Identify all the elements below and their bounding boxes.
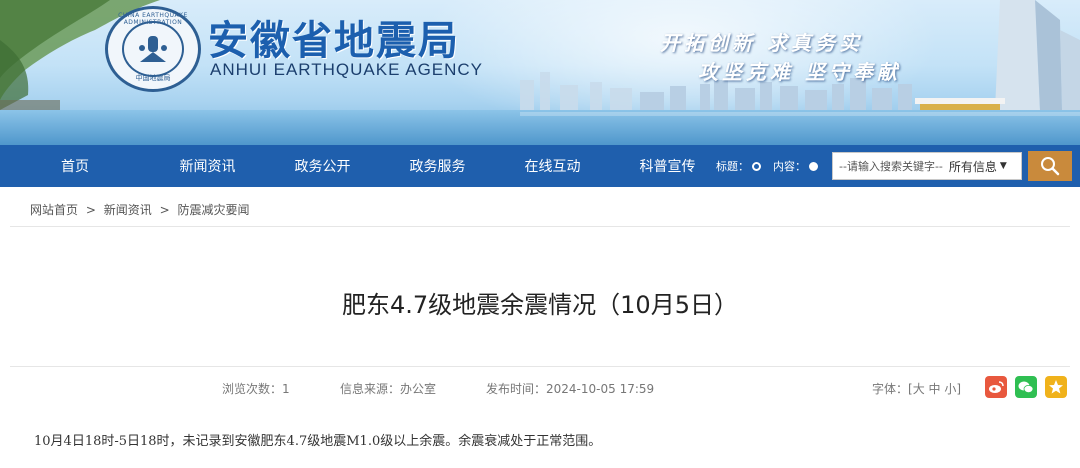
search-scope-value: 所有信息	[948, 159, 997, 174]
seismograph-icon	[139, 36, 167, 62]
header-banner: CHINA EARTHQUAKE ADMINISTRATION 中国地震局 安徽…	[0, 0, 1080, 145]
site-subtitle: ANHUI EARTHQUAKE AGENCY	[210, 60, 484, 79]
chevron-down-icon: ▼	[999, 161, 1007, 171]
source-value: 办公室	[400, 382, 437, 396]
weibo-glyph-icon	[989, 381, 1004, 393]
views-value: 1	[282, 382, 290, 396]
date-value: 2024-10-05 17:59	[546, 382, 655, 396]
breadcrumb: 网站首页 > 新闻资讯 > 防震减灾要闻	[30, 201, 249, 218]
slogan-line-1: 开拓创新 求真务实	[660, 31, 863, 55]
font-size-options[interactable]: [大 中 小]	[908, 382, 961, 396]
search-button[interactable]	[1028, 151, 1072, 181]
slogan-line-2: 攻坚克难 坚守奉献	[698, 60, 901, 84]
breadcrumb-separator: >	[85, 203, 96, 217]
search-radio-content-label: 内容：	[773, 160, 806, 173]
font-size-control: 字体：[大 中 小]	[872, 380, 961, 397]
weibo-icon[interactable]	[985, 376, 1007, 398]
nav-item-government-services[interactable]: 政务服务	[380, 156, 495, 176]
breadcrumb-home[interactable]: 网站首页	[30, 203, 78, 217]
views-label: 浏览次数：	[222, 382, 283, 396]
breadcrumb-separator: >	[159, 203, 170, 217]
emblem-top-text: CHINA EARTHQUAKE ADMINISTRATION	[118, 12, 188, 26]
article-source: 信息来源：办公室	[340, 380, 436, 397]
nav-item-online-interaction[interactable]: 在线互动	[495, 156, 610, 176]
site-title[interactable]: 安徽省地震局	[208, 8, 460, 66]
search-scope-select[interactable]: 所有信息 ▼	[949, 158, 1007, 175]
wechat-glyph-icon	[1018, 381, 1034, 393]
search-input-placeholder: --请输入搜索关键字--	[839, 160, 943, 173]
nav-item-news[interactable]: 新闻资讯	[150, 156, 265, 176]
agency-emblem-logo[interactable]: CHINA EARTHQUAKE ADMINISTRATION 中国地震局	[105, 6, 201, 92]
search-radio-content[interactable]	[809, 161, 818, 171]
search-radio-title[interactable]	[752, 161, 761, 171]
search-input[interactable]: --请输入搜索关键字-- 所有信息 ▼	[832, 152, 1022, 180]
share-icons	[985, 376, 1075, 398]
nav-item-home[interactable]: 首页	[0, 156, 150, 176]
breadcrumb-divider	[10, 226, 1070, 227]
search-radio-title-label: 标题：	[716, 160, 749, 173]
font-size-label: 字体：	[872, 382, 909, 396]
qzone-icon[interactable]	[1045, 376, 1067, 398]
article-body-paragraph: 10月4日18时-5日18时，未记录到安徽肥东4.7级地震M1.0级以上余震。余…	[34, 434, 602, 449]
search-icon	[1041, 157, 1060, 176]
nav-item-government-affairs[interactable]: 政务公开	[265, 156, 380, 176]
article-title: 肥东4.7级地震余震情况（10月5日）	[342, 291, 738, 319]
article-date: 发布时间：2024-10-05 17:59	[486, 380, 654, 397]
date-label: 发布时间：	[486, 382, 547, 396]
source-label: 信息来源：	[340, 382, 401, 396]
nav-item-science-popularization[interactable]: 科普宣传	[610, 156, 725, 176]
qzone-star-icon	[1049, 380, 1063, 394]
wechat-icon[interactable]	[1015, 376, 1037, 398]
main-nav: 首页 新闻资讯 政务公开 政务服务 在线互动 科普宣传 标题： 内容： --请输…	[0, 145, 1080, 187]
meta-divider	[10, 366, 1070, 367]
search-area: 标题： 内容： --请输入搜索关键字-- 所有信息 ▼	[716, 145, 1072, 187]
article-views: 浏览次数：1	[222, 380, 290, 397]
breadcrumb-news[interactable]: 新闻资讯	[104, 203, 152, 217]
breadcrumb-disaster-news[interactable]: 防震减灾要闻	[177, 203, 249, 217]
emblem-bottom-text: 中国地震局	[135, 74, 171, 82]
